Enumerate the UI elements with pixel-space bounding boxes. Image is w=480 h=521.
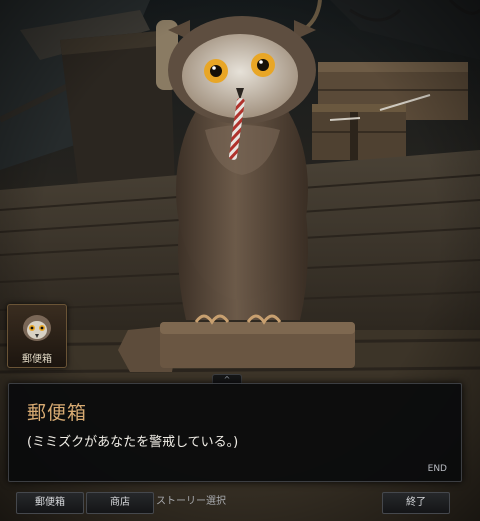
dialog-panel[interactable]: 郵便箱 (ミミズクがあなたを警戒している。) END — [8, 383, 462, 482]
npc-portrait[interactable]: 郵便箱 — [7, 304, 67, 368]
story-select-label[interactable]: ストーリー選択 — [156, 492, 226, 512]
exit-button[interactable]: 終了 — [382, 492, 450, 514]
end-indicator[interactable]: END — [428, 464, 447, 474]
npc-portrait-label: 郵便箱 — [22, 354, 52, 365]
dialog-text: (ミミズクがあなたを警戒している。) — [27, 435, 239, 450]
npc-name: 郵便箱 — [27, 402, 88, 424]
shop-button[interactable]: 商店 — [86, 492, 154, 514]
bottom-bar: 郵便箱 商店 ストーリー選択 終了 — [0, 488, 480, 521]
owl-portrait-icon — [23, 315, 51, 341]
mailbox-button[interactable]: 郵便箱 — [16, 492, 84, 514]
